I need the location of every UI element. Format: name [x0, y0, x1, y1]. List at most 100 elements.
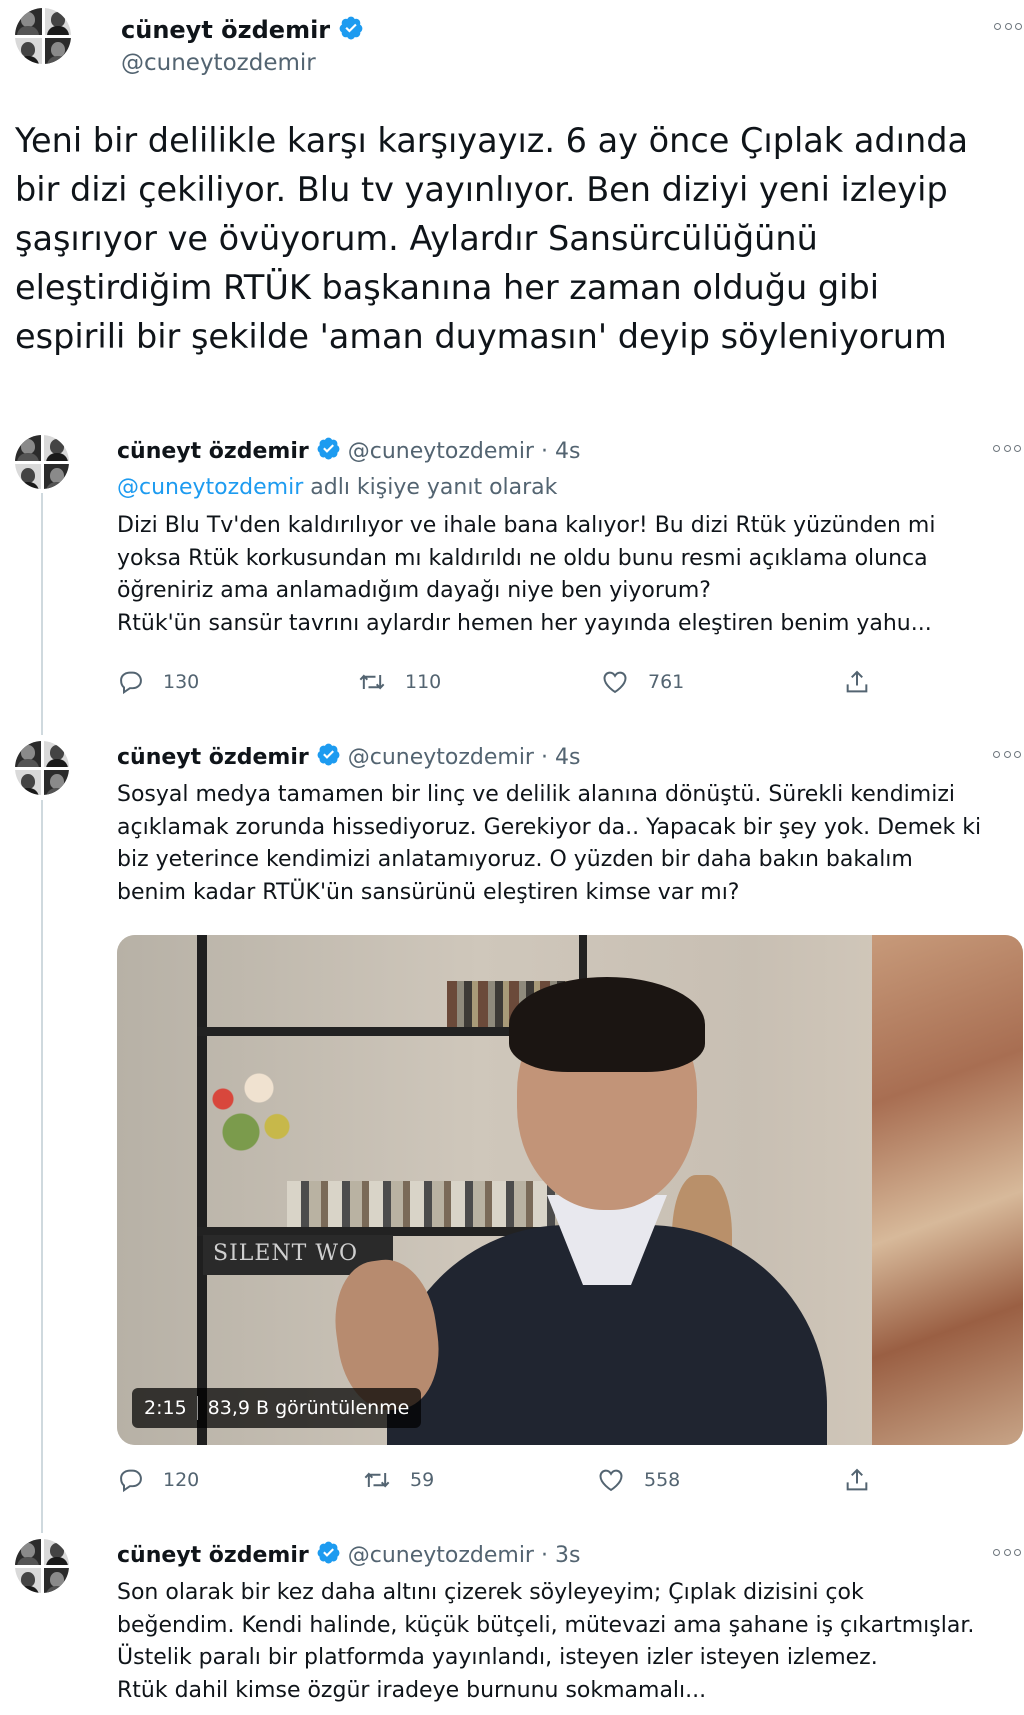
reply-button[interactable]: 120 [117, 1466, 362, 1494]
tweet-text: Son olarak bir kez daha altını çizerek s… [117, 1577, 974, 1707]
heart-icon [599, 1469, 623, 1492]
retweet-button[interactable]: 59 [362, 1466, 596, 1494]
avatar-tile [43, 1567, 69, 1593]
video-flowers [187, 1055, 307, 1165]
retweet-count: 110 [405, 671, 442, 693]
tweet-text: Sosyal medya tamamen bir linç ve delilik… [117, 779, 981, 909]
reply-mention-link[interactable]: @cuneytozdemir [117, 475, 303, 500]
main-tweet-line: Yeni bir delilikle karşı karşıyayız. 6 a… [15, 121, 968, 160]
more-options-icon[interactable] [993, 443, 1021, 453]
avatar-tile [15, 8, 42, 35]
tweet-line: açıklamak zorunda hissediyoruz. Gerekiyo… [117, 814, 982, 840]
author-name-row[interactable]: cüneyt özdemir [121, 15, 364, 44]
replying-to: @cuneytozdemir adlı kişiye yanıt olarak [117, 475, 557, 500]
main-tweet-line: eleştirdiğim RTÜK başkanına her zaman ol… [15, 268, 880, 307]
avatar-tile [43, 435, 69, 461]
main-tweet-text: Yeni bir delilikle karşı karşıyayız. 6 a… [15, 116, 968, 361]
like-button[interactable]: 558 [596, 1466, 842, 1494]
tweet-author-name[interactable]: cüneyt özdemir [117, 439, 309, 464]
more-options-icon[interactable] [993, 749, 1021, 759]
like-button[interactable]: 761 [600, 668, 842, 696]
verified-badge-icon [317, 743, 340, 766]
retweet-count: 59 [410, 1469, 435, 1491]
tweet-line: beğendim. Kendi halinde, küçük bütçeli, … [117, 1612, 975, 1638]
tweet-line: benim kadar RTÜK'ün sansürünü eleştiren … [117, 879, 740, 905]
tweet-header[interactable]: cüneyt özdemir @cuneytozdemir · 4s [117, 436, 580, 464]
main-tweet-line: espirili bir şekilde 'aman duymasın' dey… [15, 317, 947, 356]
reply-count: 130 [163, 671, 200, 693]
verified-badge-icon [339, 16, 363, 40]
tweet-author-handle[interactable]: @cuneytozdemir [348, 745, 534, 770]
author-avatar[interactable] [15, 1539, 69, 1593]
like-count: 558 [644, 1469, 681, 1491]
share-icon [846, 670, 868, 693]
video-player[interactable]: SILENT WO 2:15 83,9 B görüntülenme [117, 935, 1023, 1445]
avatar-tile [15, 37, 42, 64]
tweet-header[interactable]: cüneyt özdemir @cuneytozdemir · 3s [117, 1540, 580, 1568]
avatar-tile [15, 435, 41, 461]
verified-badge-icon [317, 437, 340, 460]
tweet-author-name[interactable]: cüneyt özdemir [117, 1543, 309, 1568]
author-name[interactable]: cüneyt özdemir [121, 16, 330, 44]
tweet-actions: 130 110 761 [117, 668, 890, 696]
more-options-icon[interactable] [993, 1547, 1021, 1557]
tweet-author-handle[interactable]: @cuneytozdemir [348, 1543, 534, 1568]
tweet-line: Rtük'ün sansür tavrını aylardır hemen he… [117, 610, 932, 636]
tweet-line: Rtük dahil kimse özgür iradeye burnunu s… [117, 1677, 707, 1703]
avatar-tile [15, 1539, 41, 1565]
avatar-tile [44, 8, 71, 35]
retweet-button[interactable]: 110 [357, 668, 600, 696]
avatar-tile [15, 769, 41, 795]
tweet-timestamp[interactable]: · 4s [541, 745, 580, 770]
tweet-line: yoksa Rtük korkusundan mı kaldırıldı ne … [117, 545, 928, 571]
video-person-hair [509, 977, 705, 1072]
verified-badge-icon [317, 1541, 340, 1564]
author-avatar[interactable] [15, 435, 69, 489]
author-avatar[interactable] [15, 741, 69, 795]
share-icon [846, 1468, 868, 1491]
video-views: 83,9 B görüntülenme [207, 1397, 410, 1419]
tweet-line: öğreniriz ama anlamadığım dayağı niye be… [117, 578, 711, 603]
like-count: 761 [648, 671, 685, 693]
reply-to-suffix: adlı kişiye yanıt olarak [303, 475, 558, 500]
tweet-timestamp[interactable]: · 3s [541, 1543, 580, 1568]
share-button[interactable] [842, 1466, 890, 1494]
avatar-tile [43, 1539, 69, 1565]
author-handle[interactable]: @cuneytozdemir [121, 50, 316, 76]
tweet-line: Dizi Blu Tv'den kaldırılıyor ve ihale ba… [117, 513, 936, 538]
share-button[interactable] [842, 668, 890, 696]
tweet-timestamp[interactable]: · 4s [541, 439, 580, 464]
tweet-line: Sosyal medya tamamen bir linç ve delilik… [117, 782, 955, 807]
reply-icon [120, 671, 142, 695]
author-avatar[interactable] [15, 8, 71, 64]
avatar-tile [15, 463, 41, 489]
tweet-line: biz yeterince kendimizi anlatamıyoruz. O… [117, 847, 913, 872]
badge-divider [196, 1396, 198, 1420]
tweet-line: Üstelik paralı bir platformda yayınlandı… [117, 1645, 878, 1670]
video-painting [872, 935, 1023, 1445]
avatar-tile [15, 1567, 41, 1593]
video-info-badge: 2:15 83,9 B görüntülenme [132, 1388, 422, 1428]
tweet-actions: 120 59 558 [117, 1466, 890, 1494]
more-options-icon[interactable] [994, 21, 1022, 31]
reply-icon [120, 1469, 142, 1493]
thread-line [41, 800, 43, 1533]
shelf-books [287, 1181, 587, 1227]
heart-icon [603, 671, 627, 694]
reply-button[interactable]: 130 [117, 668, 357, 696]
main-tweet-line: bir dizi çekiliyor. Blu tv yayınlıyor. B… [15, 170, 948, 209]
avatar-tile [43, 741, 69, 767]
avatar-tile [43, 463, 69, 489]
tweet-author-handle[interactable]: @cuneytozdemir [348, 439, 534, 464]
reply-count: 120 [163, 1469, 200, 1491]
thread-line [41, 493, 43, 735]
tweet-header[interactable]: cüneyt özdemir @cuneytozdemir · 4s [117, 742, 580, 770]
retweet-icon [359, 674, 385, 690]
retweet-icon [364, 1472, 390, 1488]
video-duration: 2:15 [144, 1397, 187, 1419]
avatar-tile [15, 741, 41, 767]
tweet-line: Son olarak bir kez daha altını çizerek s… [117, 1580, 864, 1605]
main-tweet-line: şaşırıyor ve övüyorum. Aylardır Sansürcü… [15, 219, 818, 258]
avatar-tile [43, 769, 69, 795]
tweet-author-name[interactable]: cüneyt özdemir [117, 745, 309, 770]
